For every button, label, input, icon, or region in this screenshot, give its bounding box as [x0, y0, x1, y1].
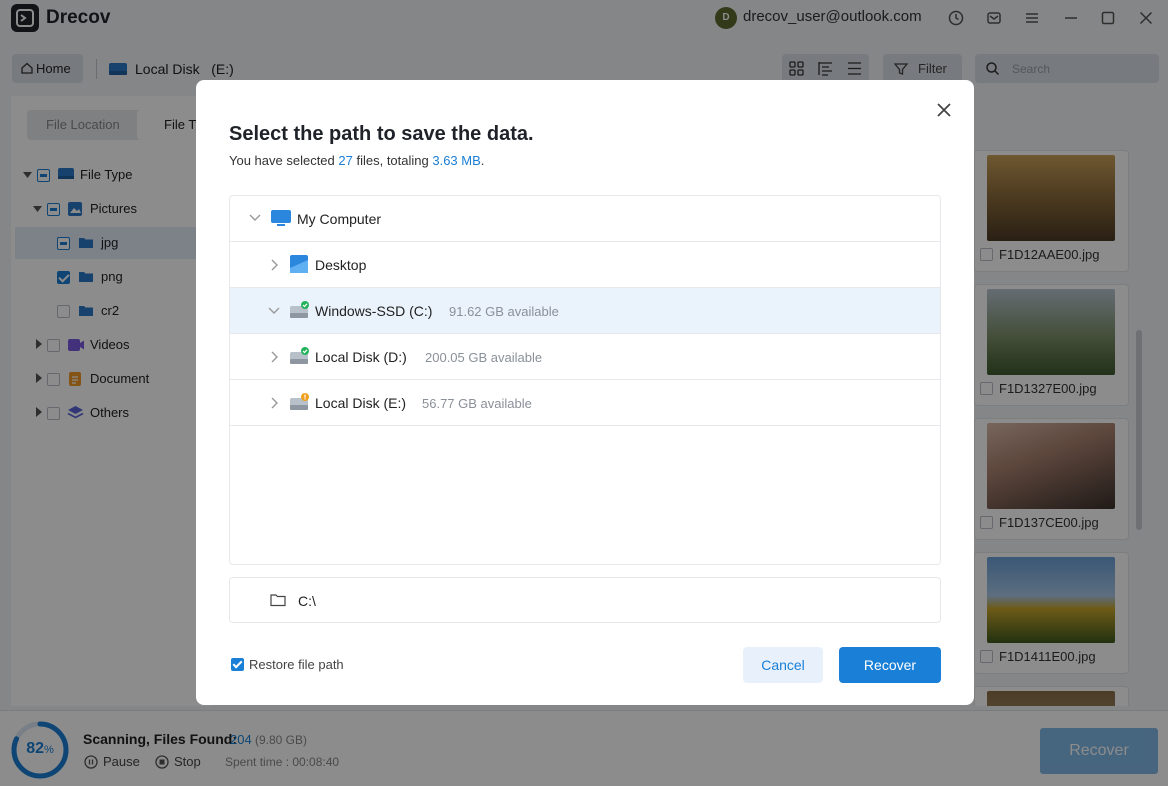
tree-row-drive-e[interactable]: Local Disk (E:) 56.77 GB available: [230, 380, 940, 426]
tree-row-my-computer[interactable]: My Computer: [230, 196, 940, 242]
chevron-down-icon[interactable]: [267, 306, 281, 316]
drive-warning-icon: [290, 393, 309, 410]
selected-path: C:\: [298, 593, 316, 609]
close-icon[interactable]: [932, 98, 956, 122]
save-path-dialog: Select the path to save the data. You ha…: [196, 80, 974, 705]
selected-path-field[interactable]: C:\: [229, 577, 941, 623]
restore-file-path-checkbox[interactable]: [231, 658, 244, 671]
chevron-right-icon[interactable]: [270, 350, 280, 364]
tree-row-label: Desktop: [315, 257, 367, 273]
dialog-recover-button[interactable]: Recover: [839, 647, 941, 683]
tree-row-label: Local Disk (D:): [315, 349, 407, 365]
available-space: 200.05 GB available: [425, 350, 543, 365]
chevron-right-icon[interactable]: [270, 396, 280, 410]
tree-row-drive-c[interactable]: Windows-SSD (C:) 91.62 GB available: [230, 288, 940, 334]
destination-tree: My Computer Desktop Windows-SSD (C:) 91.…: [229, 195, 941, 565]
cancel-button[interactable]: Cancel: [743, 647, 823, 683]
dialog-title: Select the path to save the data.: [229, 123, 534, 145]
computer-icon: [271, 210, 291, 226]
dialog-subtitle: You have selected 27 files, totaling 3.6…: [229, 153, 485, 168]
tree-row-drive-d[interactable]: Local Disk (D:) 200.05 GB available: [230, 334, 940, 380]
tree-row-desktop[interactable]: Desktop: [230, 242, 940, 288]
drive-icon: [290, 301, 309, 318]
selected-file-count: 27: [338, 153, 353, 168]
drive-icon: [290, 347, 309, 364]
tree-row-label: My Computer: [297, 211, 382, 227]
chevron-down-icon[interactable]: [248, 213, 262, 223]
tree-row-label: Windows-SSD (C:): [315, 303, 433, 319]
desktop-icon: [290, 255, 308, 273]
chevron-right-icon[interactable]: [270, 258, 280, 272]
available-space: 56.77 GB available: [422, 396, 532, 411]
selected-total-size: 3.63 MB: [432, 153, 481, 168]
tree-row-label: Local Disk (E:): [315, 395, 407, 411]
folder-icon: [270, 594, 286, 607]
restore-file-path-label[interactable]: Restore file path: [249, 657, 344, 672]
available-space: 91.62 GB available: [449, 304, 559, 319]
